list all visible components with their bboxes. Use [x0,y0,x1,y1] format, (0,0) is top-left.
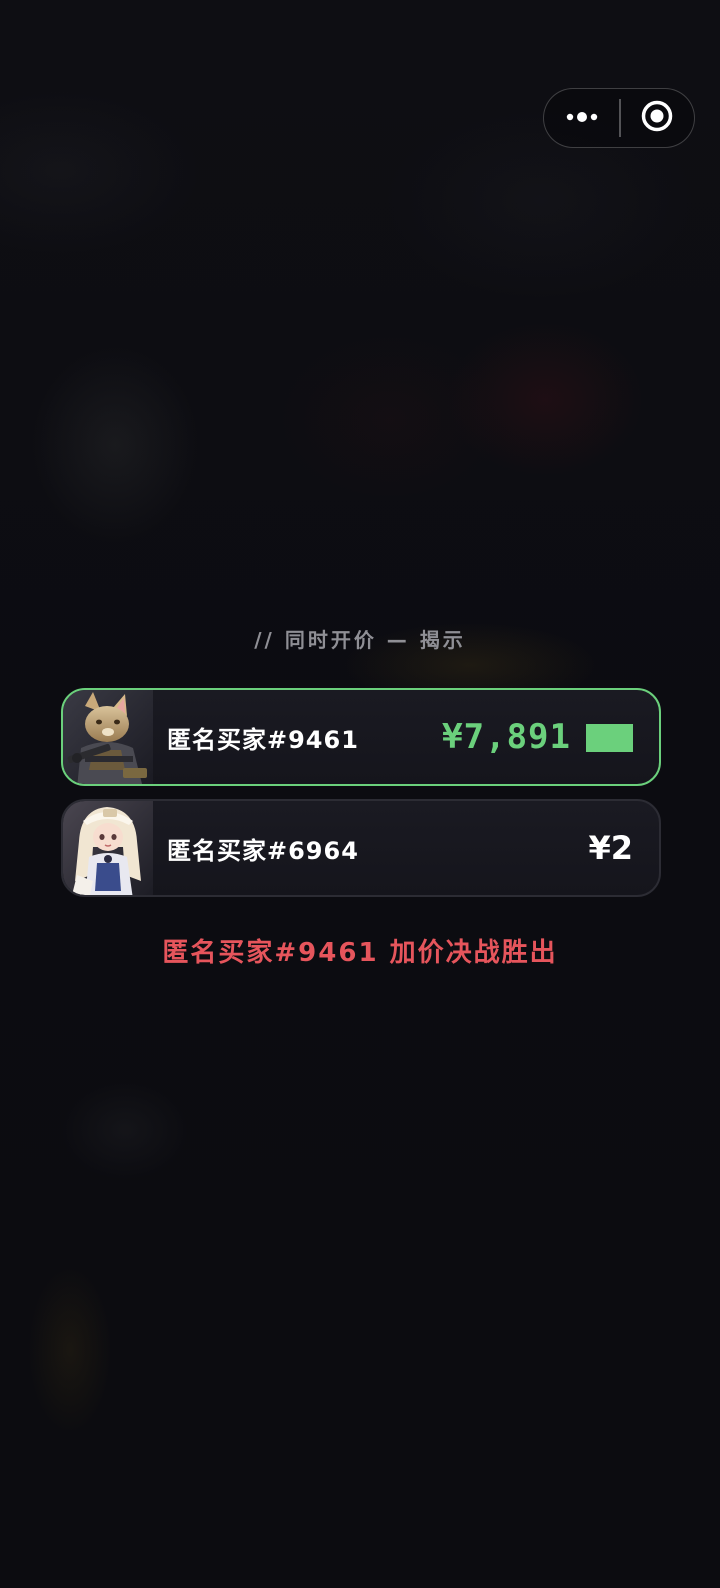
more-button[interactable] [544,89,619,147]
bid-price: ¥2 [588,829,633,867]
mini-program-capsule [543,88,695,148]
reveal-subtitle: // 同时开价 — 揭示 [254,628,466,652]
more-dots-icon [564,109,600,128]
bid-price: ¥7,891 [442,717,571,757]
close-mini-program-button[interactable] [621,89,695,147]
winner-bar-indicator [586,724,633,752]
auction-reveal-screen: // 同时开价 — 揭示 匿名买家#9461 ¥7,891 匿名买家#6964 … [0,0,720,1588]
avatar [63,801,153,895]
bid-card: 匿名买家#6964 ¥2 [61,799,661,897]
target-circle-icon [640,99,674,137]
avatar [63,690,153,784]
bid-card-winner: 匿名买家#9461 ¥7,891 [61,688,661,786]
bidder-name: 匿名买家#6964 [167,836,359,865]
bidder-name: 匿名买家#9461 [167,725,359,754]
auction-result-text: 匿名买家#9461 加价决战胜出 [162,938,558,968]
